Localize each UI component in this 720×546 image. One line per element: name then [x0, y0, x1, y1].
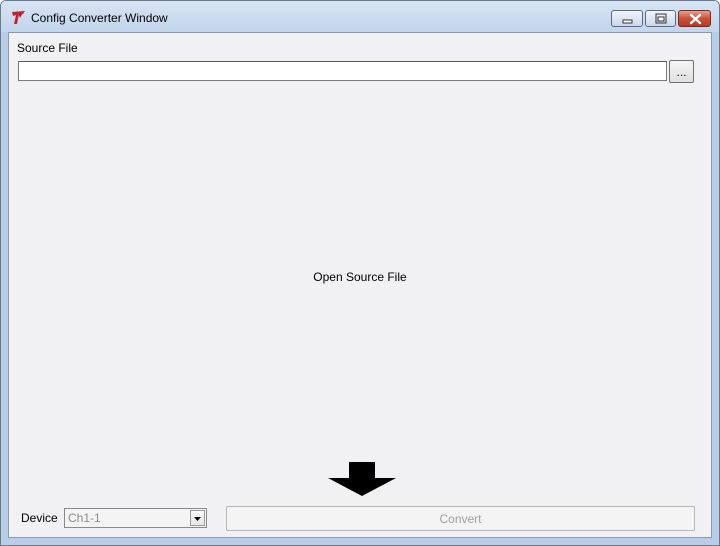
app-logo-icon	[12, 11, 25, 24]
close-button[interactable]	[678, 10, 711, 27]
browse-button[interactable]: ...	[669, 60, 694, 83]
config-converter-window: Config Converter Window Source File ... …	[0, 0, 720, 546]
convert-button[interactable]: Convert	[226, 506, 695, 531]
source-file-input[interactable]	[18, 61, 667, 81]
minimize-button[interactable]	[611, 10, 643, 27]
minimize-icon	[622, 19, 633, 24]
open-source-file-message: Open Source File	[313, 270, 407, 284]
source-file-label: Source File	[17, 41, 78, 55]
title-bar[interactable]: Config Converter Window	[1, 1, 719, 32]
maximize-icon	[655, 13, 667, 24]
device-selected-value: Ch1-1	[68, 511, 101, 525]
close-icon	[689, 13, 702, 25]
arrow-down-icon	[328, 462, 396, 496]
maximize-button[interactable]	[645, 10, 676, 27]
client-area: Source File ... Open Source File Device …	[8, 32, 712, 538]
window-title: Config Converter Window	[31, 11, 168, 25]
device-label: Device	[21, 511, 58, 525]
device-select[interactable]: Ch1-1	[64, 508, 207, 528]
chevron-down-icon	[194, 517, 201, 521]
dropdown-button[interactable]	[190, 510, 205, 526]
